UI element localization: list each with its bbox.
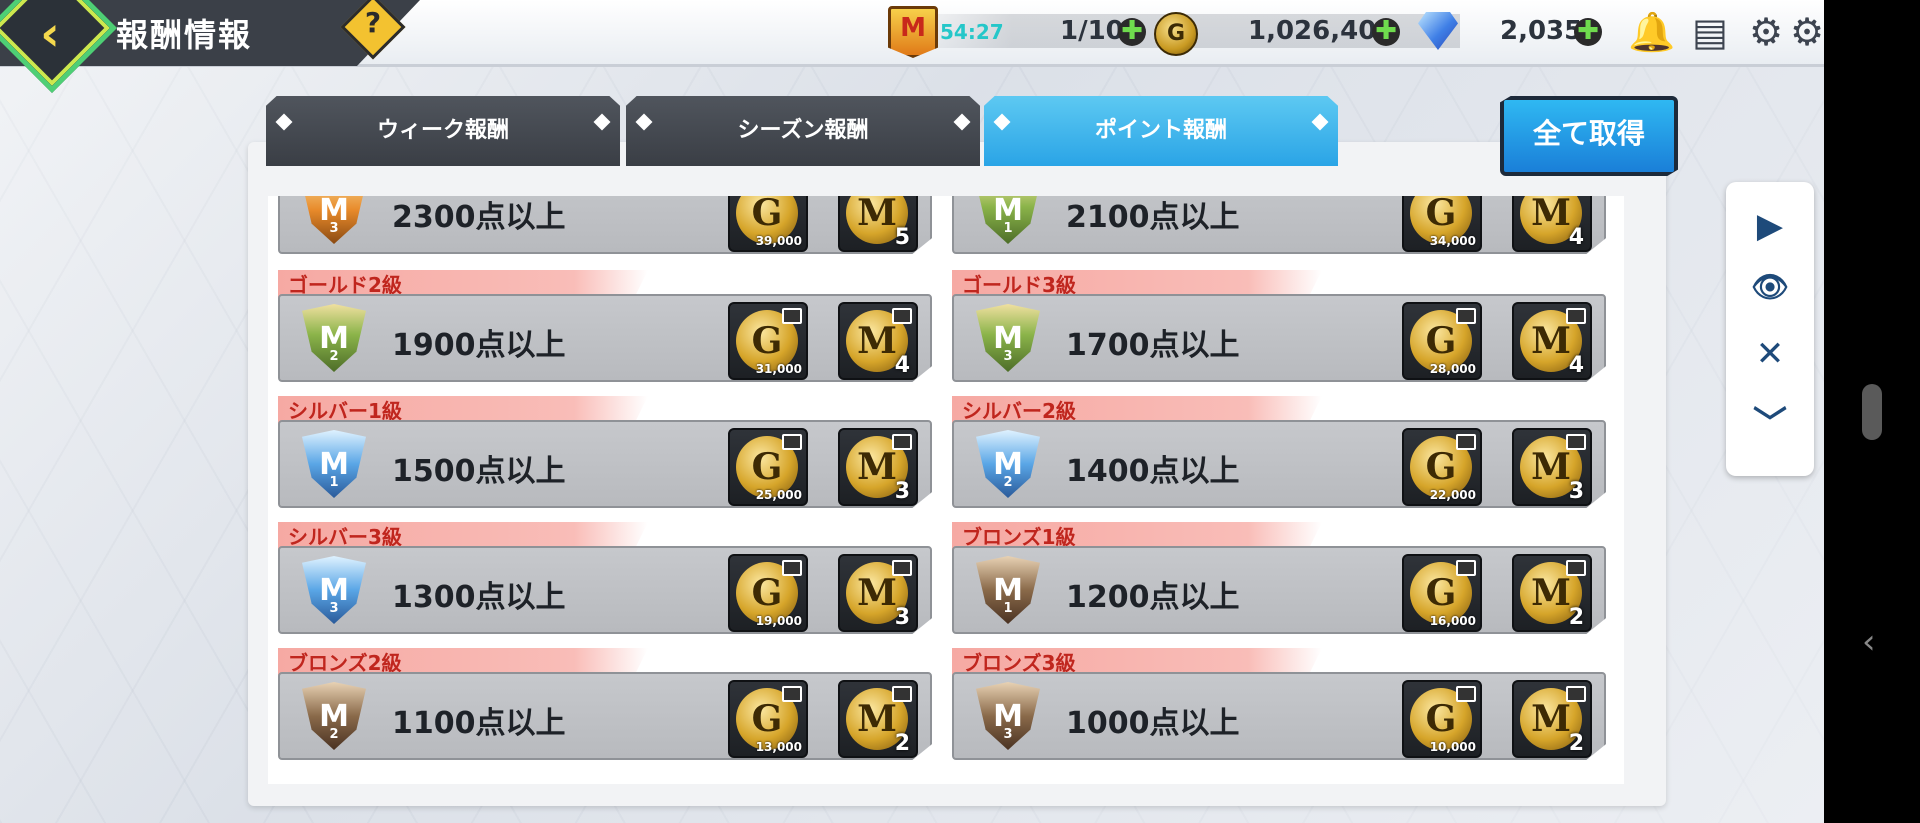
gold-reward-icon: G 22,000 [1402, 428, 1482, 506]
system-back-icon[interactable]: ‹ [1862, 625, 1876, 659]
points-threshold: 1200点以上 [1066, 580, 1240, 615]
reward-card-body: M3 1700点以上 G 28,000 M4 [952, 294, 1606, 382]
gold-reward-icon: G 34,000 [1402, 196, 1482, 252]
rank-emblem-icon: M2 [976, 430, 1040, 498]
reward-card-body: M1 1500点以上 G 25,000 M3 [278, 420, 932, 508]
medal-reward-icon: M3 [838, 554, 918, 632]
points-threshold: 1900点以上 [392, 328, 566, 363]
reward-card-body: M3 2300点以上 G 39,000 M5 [278, 196, 932, 254]
gold-reward-icon: G 28,000 [1402, 302, 1482, 380]
medal-reward-icon: M4 [838, 302, 918, 380]
claim-all-button[interactable]: 全て取得 [1500, 96, 1678, 176]
rank-emblem-icon: M1 [976, 196, 1040, 244]
stamina-count: 1/10 [1060, 16, 1124, 46]
gem-amount: 2,035 [1500, 16, 1583, 46]
add-gems-button[interactable]: ✚ [1574, 18, 1602, 46]
medal-reward-icon: M3 [838, 428, 918, 506]
rank-emblem-icon: M1 [976, 556, 1040, 624]
points-threshold: 2100点以上 [1066, 200, 1240, 235]
close-icon[interactable]: ✕ [1726, 334, 1814, 374]
reward-card-body: M2 1100点以上 G 13,000 M2 [278, 672, 932, 760]
gold-reward-icon: G 16,000 [1402, 554, 1482, 632]
medal-reward-icon: M5 [838, 196, 918, 252]
reward-card: シルバー3級 M3 1300点以上 G 19,000 M3 [268, 522, 932, 634]
rank-emblem-icon: M3 [302, 556, 366, 624]
reward-card: ブロンズ3級 M3 1000点以上 G 10,000 M2 [942, 648, 1606, 760]
scroll-handle[interactable] [1862, 384, 1882, 440]
eye-icon[interactable]: 👁 [1726, 270, 1814, 305]
reward-list[interactable]: M3 2300点以上 G 39,000 M5 M1 2100点以上 G 34,000… [268, 196, 1624, 784]
settings-gear-icon[interactable]: ⚙ [1744, 10, 1788, 54]
reward-card: シルバー1級 M1 1500点以上 G 25,000 M3 [268, 396, 932, 508]
rank-emblem-icon: M3 [976, 682, 1040, 750]
rank-emblem-icon: M2 [302, 304, 366, 372]
medal-reward-icon: M2 [1512, 680, 1592, 758]
reward-card: ブロンズ1級 M1 1200点以上 G 16,000 M2 [942, 522, 1606, 634]
reward-card: ゴールド2級 M2 1900点以上 G 31,000 M4 [268, 270, 932, 382]
points-threshold: 1400点以上 [1066, 454, 1240, 489]
rank-emblem-icon: M2 [302, 682, 366, 750]
play-icon[interactable]: ▶ [1726, 206, 1814, 246]
points-threshold: 2300点以上 [392, 200, 566, 235]
gold-reward-icon: G 10,000 [1402, 680, 1482, 758]
medal-reward-icon: M3 [1512, 428, 1592, 506]
question-diamond-icon: ? [364, 6, 382, 39]
reward-card: ゴールド3級 M3 1700点以上 G 28,000 M4 [942, 270, 1606, 382]
reward-card-body: M2 1400点以上 G 22,000 M3 [952, 420, 1606, 508]
medal-badge-icon: M [888, 6, 938, 58]
reward-card-body: M1 1200点以上 G 16,000 M2 [952, 546, 1606, 634]
medal-reward-icon: M2 [838, 680, 918, 758]
gold-reward-icon: G 19,000 [728, 554, 808, 632]
gold-reward-icon: G 31,000 [728, 302, 808, 380]
reward-card-body: M3 1300点以上 G 19,000 M3 [278, 546, 932, 634]
chevron-down-icon[interactable]: ﹀ [1726, 396, 1814, 445]
points-threshold: 1300点以上 [392, 580, 566, 615]
tab-season-rewards[interactable]: シーズン報酬 [626, 96, 980, 166]
reward-card-body: M3 1000点以上 G 10,000 M2 [952, 672, 1606, 760]
points-threshold: 1000点以上 [1066, 706, 1240, 741]
add-gold-button[interactable]: ✚ [1372, 18, 1400, 46]
medal-reward-icon: M2 [1512, 554, 1592, 632]
gold-reward-icon: G 39,000 [728, 196, 808, 252]
points-threshold: 1700点以上 [1066, 328, 1240, 363]
rank-emblem-icon: M3 [302, 196, 366, 244]
gold-reward-icon: G 25,000 [728, 428, 808, 506]
rank-emblem-icon: M1 [302, 430, 366, 498]
back-arrow-icon: ‹ [40, 6, 60, 62]
news-panel-icon[interactable]: ▤ [1688, 10, 1732, 54]
side-toolbar: ▶ 👁 ✕ ﹀ [1726, 182, 1814, 476]
tab-weekly-rewards[interactable]: ウィーク報酬 [266, 96, 620, 166]
stamina-timer: 54:27 [940, 20, 1004, 44]
medal-reward-icon: M4 [1512, 302, 1592, 380]
rank-emblem-icon: M3 [976, 304, 1040, 372]
gold-coin-icon: G [1154, 12, 1198, 56]
notification-bell-icon[interactable]: 🔔 [1628, 10, 1675, 54]
points-threshold: 1100点以上 [392, 706, 566, 741]
reward-card: ブロンズ2級 M2 1100点以上 G 13,000 M2 [268, 648, 932, 760]
reward-card-body: M1 2100点以上 G 34,000 M4 [952, 196, 1606, 254]
medal-reward-icon: M4 [1512, 196, 1592, 252]
points-threshold: 1500点以上 [392, 454, 566, 489]
add-stamina-button[interactable]: ✚ [1118, 18, 1146, 46]
reward-card-body: M2 1900点以上 G 31,000 M4 [278, 294, 932, 382]
page-title: 報酬情報 [116, 16, 253, 54]
gold-reward-icon: G 13,000 [728, 680, 808, 758]
menu-icon[interactable]: ⚙ [1790, 10, 1824, 54]
reward-card: シルバー2級 M2 1400点以上 G 22,000 M3 [942, 396, 1606, 508]
tab-point-rewards[interactable]: ポイント報酬 [984, 96, 1338, 166]
